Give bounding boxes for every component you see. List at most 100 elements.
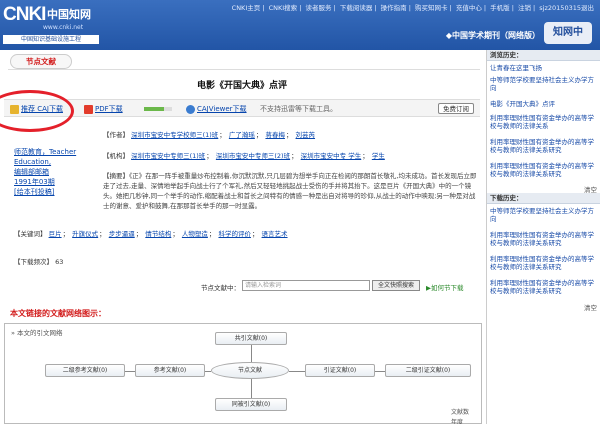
keyword-link[interactable]: 情节结构 bbox=[145, 230, 171, 238]
cnki-logo[interactable]: CNKI 中国知网 www.cnki.net 中国知识基础设施工程 bbox=[3, 4, 103, 44]
download-history-item[interactable]: 利用率理财性国有资金举办的高等学校与教师的法律关系研究 bbox=[490, 255, 596, 271]
history-sidebar: 浏览历史： 让青春在这里飞扬 中等师范学校要坚持社会主义办学方向 电影《开国大典… bbox=[486, 50, 600, 424]
highlight-circle bbox=[0, 90, 74, 132]
keyword-link[interactable]: 升旗仪式 bbox=[72, 230, 98, 238]
network-subtitle: » 本文的引文网络 bbox=[11, 329, 63, 337]
network-title: 本文链接的文献网络图示： bbox=[8, 308, 108, 319]
history-item[interactable]: 利用率理财性国有资金举办的高等学校与教师的法律关系研究 bbox=[490, 162, 596, 178]
cajviewer-icon bbox=[186, 104, 195, 114]
abstract-text: 《正》在那一阵手被重量炒布控制着,你沉默沉默,只几层碧为想举手向正在检阅的那朗首… bbox=[103, 172, 477, 210]
network-axis-count: 文献数 bbox=[451, 409, 470, 416]
co-citation-box[interactable]: 共引文献(0) bbox=[215, 332, 287, 345]
tab-node-literature[interactable]: 节点文献 bbox=[10, 54, 72, 69]
net-connector bbox=[251, 379, 252, 398]
org-link[interactable]: 学生 bbox=[372, 152, 385, 160]
history-item[interactable]: 利用率理财性国有资金举办的高等学校与教师的法律关系 bbox=[490, 114, 596, 130]
top-link-user[interactable]: sjz20150315退出 bbox=[539, 4, 594, 12]
keyword-link[interactable]: 巨片 bbox=[49, 230, 62, 238]
download-history-header: 下载历史： bbox=[487, 193, 600, 204]
download-history-item[interactable]: 利用率理财性国有资金举办的高等学校与教师的法律关系研究 bbox=[490, 279, 596, 295]
submit-link[interactable]: [给本刊投稿] bbox=[14, 187, 90, 197]
abstract-label: 【摘要】 bbox=[103, 172, 129, 180]
author-link[interactable]: 广了瀚瑶 bbox=[229, 131, 255, 139]
keyword-link[interactable]: 语言艺术 bbox=[262, 230, 288, 238]
free-subscribe-button[interactable]: 免费订阅 bbox=[438, 103, 474, 114]
author-link[interactable]: 深圳市宝安中专学校师三(1)班 bbox=[131, 131, 218, 139]
keyword-link[interactable]: 科学的评价 bbox=[218, 230, 251, 238]
network-axis-year: 年度 bbox=[451, 419, 464, 424]
download-history-item[interactable]: 中等师范学校要坚持社会主义办学方向 bbox=[490, 207, 596, 223]
issue-link[interactable]: 1991年03期 bbox=[14, 177, 90, 187]
secondary-reference-box[interactable]: 二级参考文献(0) bbox=[45, 364, 125, 377]
logo-url: www.cnki.net bbox=[43, 24, 84, 31]
keywords-label: 【关键词】 bbox=[14, 230, 47, 238]
main-content: 节点文献 电影《开国大典》点评 推荐 CAJ下载 PDF下载 CAJViewer… bbox=[0, 50, 484, 424]
history-item[interactable]: 电影《开国大典》点评 bbox=[490, 100, 596, 108]
history-item[interactable]: 利用率理财性国有资金举办的高等学校与教师的法律关系研究 bbox=[490, 138, 596, 154]
org-link[interactable]: 深圳市宝安中专师三(1)班 bbox=[131, 152, 205, 160]
article-title: 电影《开国大典》点评 bbox=[196, 81, 287, 91]
net-connector bbox=[375, 371, 385, 372]
pdf-download-label[interactable]: PDF下载 bbox=[95, 105, 123, 113]
clear-download-history-button[interactable]: 清空 bbox=[584, 302, 597, 312]
cajviewer-download-label[interactable]: CAJViewer下载 bbox=[197, 105, 247, 113]
top-link-home[interactable]: CNKI主页 bbox=[232, 4, 261, 12]
download-note: 不支持迅雷等下载工具。 bbox=[260, 105, 337, 113]
search-label: 节点文献中： bbox=[201, 284, 240, 292]
logo-cn: 中国知网 bbox=[47, 8, 91, 21]
citation-network-frame: » 本文的引文网络 共引文献(0) 二级参考文献(0) 参考文献(0) 节点文献… bbox=[4, 323, 482, 424]
top-nav: CNKI主页 | CNKI搜索 | 读者服务 | 下载阅读器 | 操作指南 | … bbox=[231, 4, 594, 12]
tab-divider bbox=[8, 69, 480, 70]
journal-logo: 知网中 bbox=[544, 22, 592, 44]
download-count-row: 【下载频次】 63 bbox=[14, 256, 63, 266]
cajviewer-download-link[interactable]: CAJViewer下载 bbox=[186, 104, 247, 114]
top-link-reader[interactable]: 下载阅读器 bbox=[340, 4, 373, 12]
top-link-guide[interactable]: 操作指南 bbox=[381, 4, 407, 12]
download-count-label: 【下载频次】 bbox=[14, 258, 53, 266]
net-connector bbox=[205, 371, 211, 372]
top-link-search[interactable]: CNKI搜索 bbox=[269, 4, 298, 12]
reference-box[interactable]: 参考文献(0) bbox=[135, 364, 205, 377]
journal-name: ◆中国学术期刊（网络版） bbox=[445, 31, 540, 40]
author-link[interactable]: 蒋春梅 bbox=[265, 131, 285, 139]
top-link-recharge[interactable]: 充值中心 bbox=[456, 4, 482, 12]
net-connector bbox=[289, 371, 305, 372]
top-link-mobile[interactable]: 手机版 bbox=[490, 4, 510, 12]
abstract-row: 【摘要】《正》在那一阵手被重量炒布控制着,你沉默沉默,只几层碧为想举手向正在检阅… bbox=[103, 171, 481, 211]
co-cited-box[interactable]: 同被引文献(0) bbox=[215, 398, 287, 411]
node-download-link[interactable]: ▶如何节下载 bbox=[426, 282, 464, 292]
keyword-link[interactable]: 步步逼逼 bbox=[109, 230, 135, 238]
journal-name-link[interactable]: 师范教育，Teacher Education, bbox=[14, 147, 90, 167]
history-item[interactable]: 中等师范学校要坚持社会主义办学方向 bbox=[490, 76, 596, 92]
history-item[interactable]: 让青春在这里飞扬 bbox=[490, 64, 596, 72]
net-connector bbox=[251, 345, 252, 362]
org-row: 【机构】 深圳市宝安中专师三(1)班； 深圳市宝安中专师三(2)班； 深圳市宝安… bbox=[103, 152, 385, 160]
journal-info: 师范教育，Teacher Education, 编辑部邮箱 1991年03期 [… bbox=[14, 147, 90, 197]
top-link-service[interactable]: 读者服务 bbox=[306, 4, 332, 12]
net-connector bbox=[125, 371, 135, 372]
download-bar: 推荐 CAJ下载 PDF下载 CAJViewer下载 不支持迅雷等下载工具。 免… bbox=[4, 99, 480, 117]
top-link-buy[interactable]: 购买知网卡 bbox=[415, 4, 448, 12]
download-history-item[interactable]: 利用率理财性国有资金举办的高等学校与教师的法律关系研究 bbox=[490, 231, 596, 247]
download-count-value: 63 bbox=[55, 258, 64, 266]
search-input[interactable]: 请输入检索词 bbox=[242, 280, 370, 291]
author-row: 【作者】 深圳市宝安中专学校师三(1)班； 广了瀚瑶； 蒋春梅； 刘芸芮 bbox=[103, 131, 316, 139]
keyword-link[interactable]: 人物塑造 bbox=[182, 230, 208, 238]
pdf-download-link[interactable]: PDF下载 bbox=[84, 104, 123, 114]
org-link[interactable]: 深圳市宝安中专师三(2)班 bbox=[216, 152, 290, 160]
secondary-citing-box[interactable]: 二级引证文献(0) bbox=[385, 364, 471, 377]
org-link[interactable]: 深圳市宝安中专 学生 bbox=[301, 152, 362, 160]
top-link-logout[interactable]: 注销 bbox=[518, 4, 531, 12]
fulltext-search-button[interactable]: 全文快照搜索 bbox=[372, 280, 420, 291]
browse-history-header: 浏览历史： bbox=[487, 50, 600, 61]
pdf-download-progress-fill bbox=[144, 107, 165, 111]
pdf-download-progress bbox=[144, 107, 172, 111]
node-search-bar: 节点文献中： 请输入检索词 全文快照搜索 ▶如何节下载 bbox=[0, 279, 484, 293]
logo-subtitle: 中国知识基础设施工程 bbox=[3, 35, 99, 44]
author-link[interactable]: 刘芸芮 bbox=[296, 131, 316, 139]
author-label: 【作者】 bbox=[103, 131, 129, 139]
citing-literature-box[interactable]: 引证文献(0) bbox=[305, 364, 375, 377]
node-literature-box[interactable]: 节点文献 bbox=[211, 362, 289, 379]
org-label: 【机构】 bbox=[103, 152, 129, 160]
editorial-email-link[interactable]: 编辑部邮箱 bbox=[14, 167, 90, 177]
